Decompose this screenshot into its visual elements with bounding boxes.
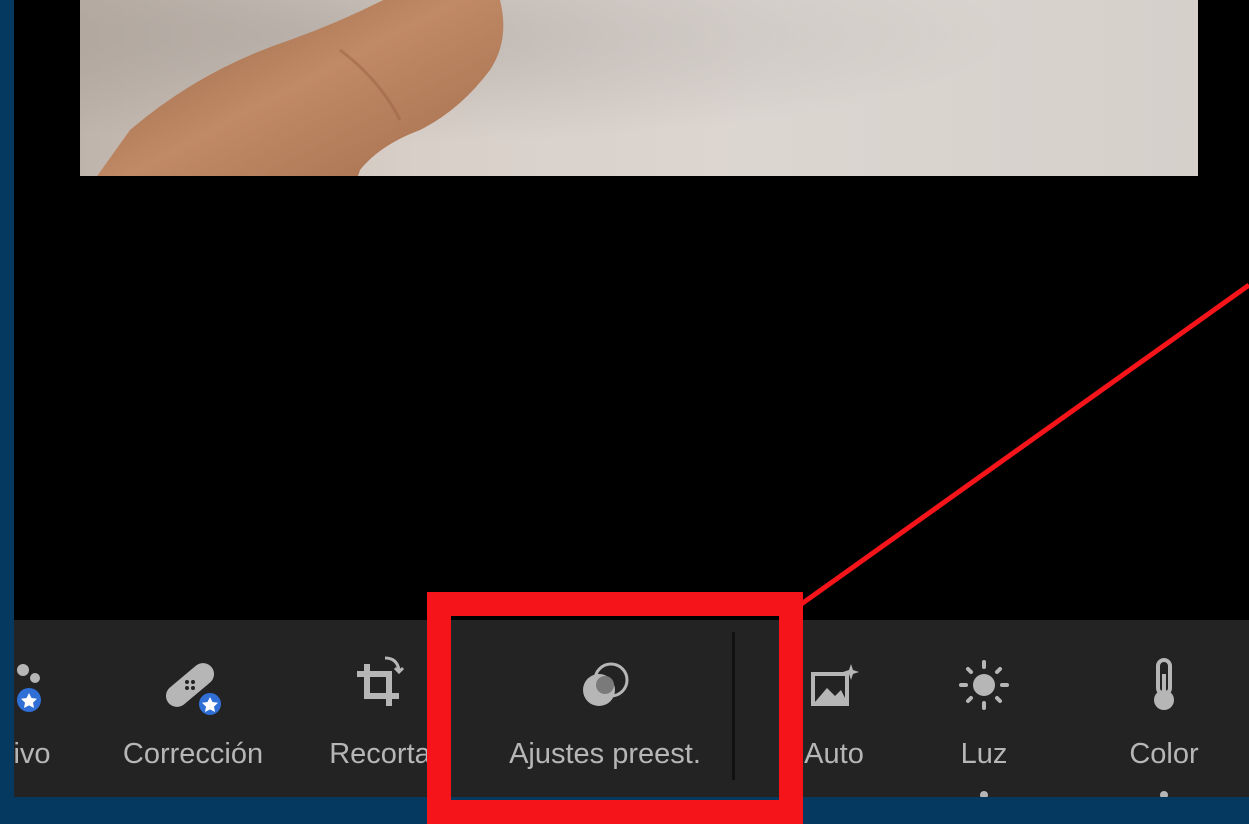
photo-preview xyxy=(80,0,1198,176)
tool-light[interactable]: Luz xyxy=(934,620,1034,797)
tool-color[interactable]: Color xyxy=(1104,620,1224,797)
tool-healing[interactable]: Corrección xyxy=(118,620,268,797)
bandage-star-icon xyxy=(165,663,223,717)
auto-image-icon xyxy=(811,664,859,706)
tool-label: tivo xyxy=(14,738,51,770)
thermometer-icon xyxy=(1154,658,1174,710)
sun-icon xyxy=(959,660,1009,710)
tool-crop[interactable]: Recorta xyxy=(320,620,440,797)
highlight-box xyxy=(427,592,803,824)
tool-label: Color xyxy=(1129,738,1199,770)
tool-label: Corrección xyxy=(122,738,264,770)
tool-label: Recorta xyxy=(329,738,431,770)
crop-rotate-icon xyxy=(357,656,405,706)
more-indicator xyxy=(1160,791,1168,797)
tool-label: Auto xyxy=(804,738,864,770)
tool-selective[interactable]: tivo xyxy=(14,620,78,797)
tool-label: Luz xyxy=(960,738,1008,770)
more-indicator xyxy=(980,791,988,797)
selective-star-icon xyxy=(17,664,41,712)
hand-photo-detail xyxy=(97,0,504,176)
